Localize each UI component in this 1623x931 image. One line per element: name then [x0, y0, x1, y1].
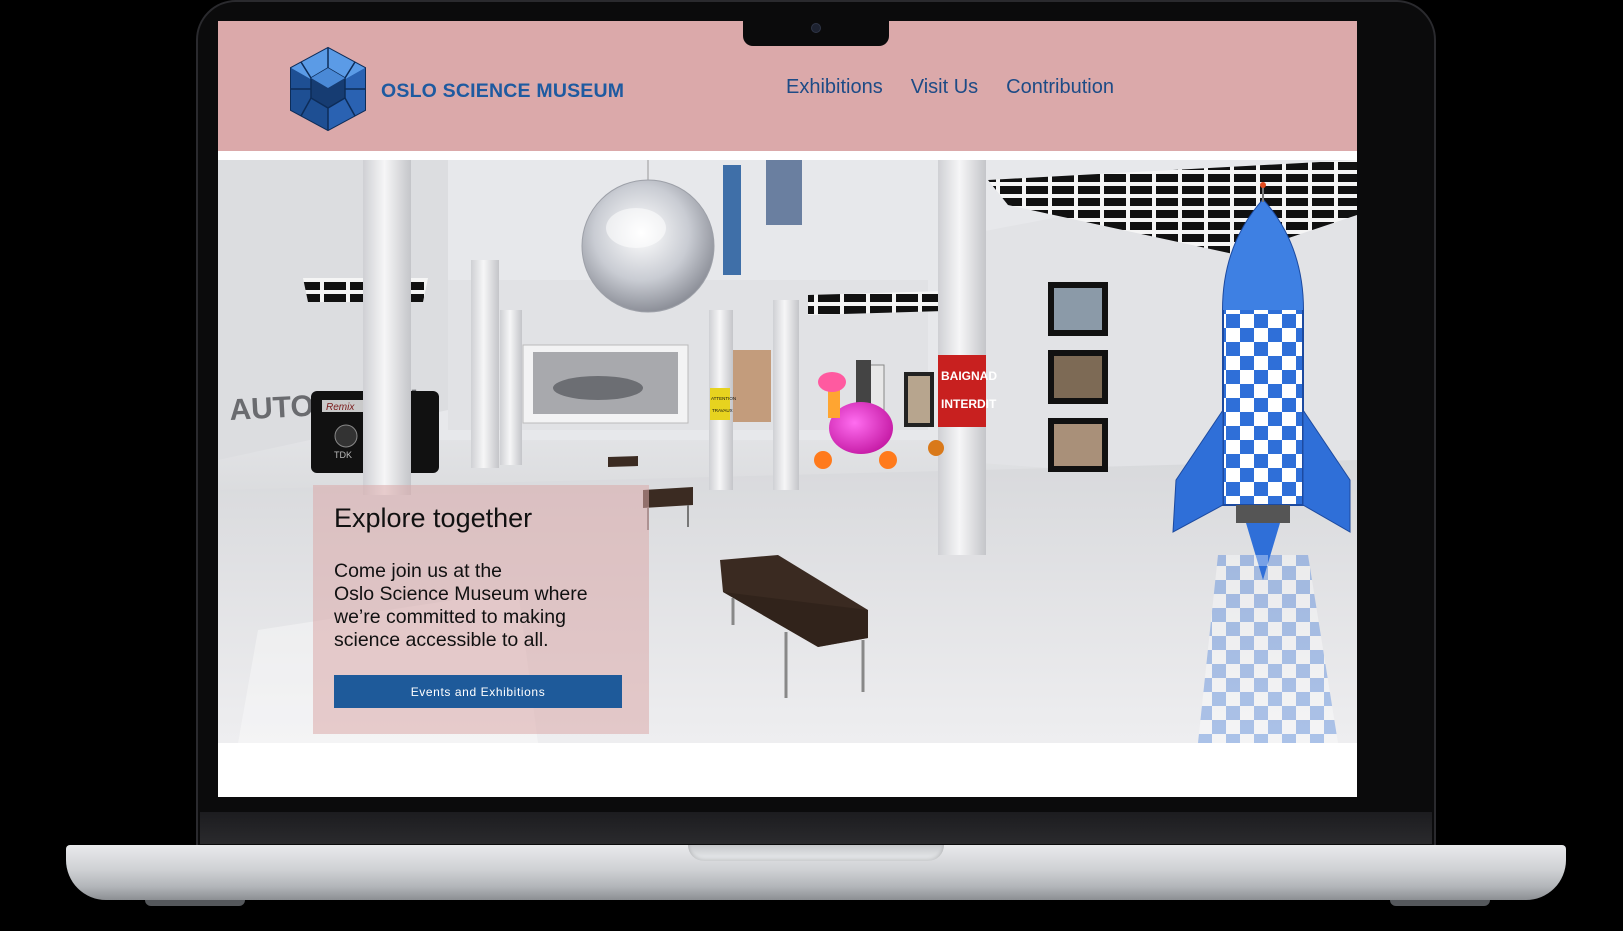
nav-item-visit-us[interactable]: Visit Us — [911, 76, 978, 99]
caution-sign-line1: ATTENTION — [711, 396, 736, 401]
cassette-label-text: Remix — [326, 402, 355, 413]
main-nav: Exhibitions Visit Us Contribution — [786, 76, 1114, 99]
nav-item-exhibitions[interactable]: Exhibitions — [786, 76, 883, 99]
laptop-foot-left — [145, 900, 245, 906]
hero-section: AUTOMOBILI Remix TDK BAIGNAD INTERDIT — [218, 160, 1357, 743]
laptop-bezel — [200, 812, 1432, 844]
brand-name[interactable]: OSLO SCIENCE MUSEUM — [381, 80, 624, 103]
hero-description-line2: Oslo Science Museum where — [334, 583, 588, 605]
camera-notch — [743, 21, 889, 46]
nav-item-contribution[interactable]: Contribution — [1006, 76, 1114, 99]
caution-sign-line2: TRAVAUX — [712, 408, 733, 413]
laptop-opening-notch — [688, 845, 944, 861]
hero-description-line1: Come join us at the — [334, 560, 503, 582]
museum-logo-icon[interactable] — [287, 46, 369, 132]
hero-title: Explore together — [334, 503, 533, 533]
pillar-sign-line1: BAIGNAD — [941, 369, 997, 383]
browser-screen: OSLO SCIENCE MUSEUM Exhibitions Visit Us… — [218, 21, 1357, 797]
device-mockup: OSLO SCIENCE MUSEUM Exhibitions Visit Us… — [0, 0, 1623, 931]
hero-description: Come join us at the Oslo Science Museum … — [334, 560, 634, 652]
pillar-sign-line2: INTERDIT — [941, 397, 997, 411]
camera-icon — [811, 23, 821, 33]
hero-description-line4: science accessible to all. — [334, 629, 549, 651]
hero-description-line3: we’re committed to making — [334, 606, 566, 628]
hero-promo-card: Explore together Come join us at the Osl… — [313, 485, 649, 734]
events-and-exhibitions-button[interactable]: Events and Exhibitions — [334, 675, 622, 708]
laptop-foot-right — [1390, 900, 1490, 906]
cassette-brand-text: TDK — [334, 450, 352, 460]
